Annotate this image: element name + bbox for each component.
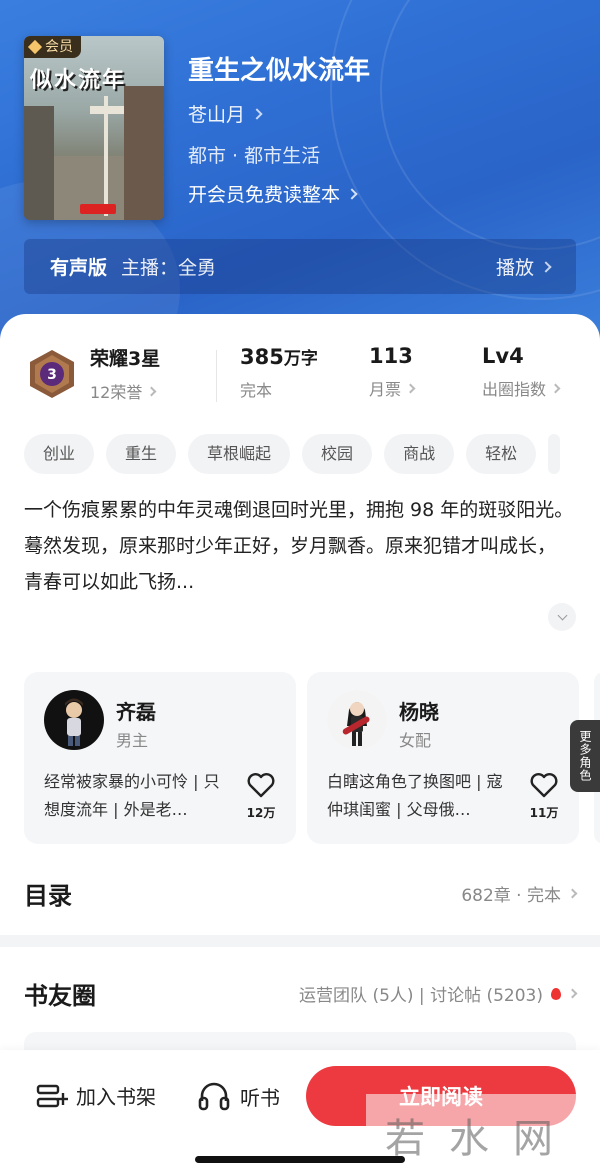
more-roles-button[interactable]: 更多角色: [570, 720, 600, 792]
audio-label: 有声版: [50, 257, 108, 279]
vip-badge: 会员: [24, 36, 81, 58]
headphones-icon: [198, 1082, 230, 1111]
tag-chip[interactable]: 创业: [24, 434, 95, 474]
avatar: [327, 690, 387, 750]
listen-button[interactable]: 听书: [198, 1081, 280, 1111]
book-description[interactable]: 一个伤痕累累的中年灵魂倒退回时光里，拥抱 98 年的斑驳阳光。 蓦然发现，原来那…: [24, 492, 574, 600]
influence-index-stat[interactable]: Lv4 出圈指数: [482, 344, 561, 400]
character-role: 女配: [399, 731, 432, 750]
book-title: 重生之似水流年: [188, 56, 371, 86]
chevron-right-icon: [405, 383, 416, 393]
diamond-icon: [27, 39, 43, 55]
chevron-right-icon: [251, 107, 263, 120]
character-description: 白瞎这角色了换图吧 | 寇仲琪闺蜜 | 父母俄…: [327, 772, 503, 819]
chevron-right-icon: [567, 888, 578, 899]
tag-list: 创业 重生 草根崛起 校园 商战 轻松: [24, 434, 600, 474]
watermark-text: 若水网: [385, 1116, 577, 1162]
genre-label: 都市 · 都市生活: [188, 145, 321, 167]
heart-icon: [247, 773, 275, 798]
tag-chip[interactable]: 草根崛起: [188, 434, 291, 474]
chevron-right-icon: [567, 988, 578, 999]
words-stat: 385万字 完本: [240, 345, 318, 400]
like-button[interactable]: 11万: [527, 772, 561, 821]
home-indicator[interactable]: [195, 1156, 405, 1163]
character-name: 杨晓: [399, 700, 439, 724]
like-count: 12万: [246, 806, 276, 820]
tag-chip[interactable]: 轻松: [466, 434, 537, 474]
character-card[interactable]: 齐磊 男主 经常被家暴的小可怜 | 只想度流年 | 外是老… 12万: [24, 672, 296, 844]
play-button[interactable]: 播放: [496, 253, 552, 280]
section-divider: [0, 935, 600, 947]
like-count: 11万: [529, 806, 559, 820]
character-role: 男主: [116, 731, 149, 750]
catalog-title: 目录: [24, 882, 72, 910]
add-shelf-icon: [36, 1084, 68, 1107]
medal-number: 3: [47, 367, 57, 383]
tag-chip-partial[interactable]: [548, 434, 561, 474]
divider: [216, 350, 217, 402]
chevron-down-icon: [557, 610, 567, 621]
author-link[interactable]: 苍山月: [188, 100, 263, 127]
add-to-shelf-button[interactable]: 加入书架: [36, 1081, 156, 1110]
tag-chip[interactable]: 重生: [106, 434, 177, 474]
character-card[interactable]: 杨晓 女配 白瞎这角色了换图吧 | 寇仲琪闺蜜 | 父母俄… 11万: [307, 672, 579, 844]
chevron-right-icon: [146, 386, 157, 396]
catalog-info: 682章 · 完本: [461, 886, 561, 906]
audio-host: 主播：全勇: [121, 257, 217, 279]
book-cover[interactable]: 会员 似水流年: [24, 36, 164, 220]
honor-stat[interactable]: 荣耀3星 12荣誉: [90, 344, 160, 403]
audio-version-bar[interactable]: 有声版 主播：全勇 播放: [24, 239, 576, 294]
character-description: 经常被家暴的小可怜 | 只想度流年 | 外是老…: [44, 772, 220, 819]
character-name: 齐磊: [116, 700, 156, 724]
tag-chip[interactable]: 校园: [302, 434, 373, 474]
chevron-right-icon: [346, 187, 358, 200]
book-circle-row[interactable]: 书友圈 运营团队 (5人) | 讨论帖 (5203): [24, 976, 578, 1011]
publisher-logo: [80, 204, 116, 214]
expand-description-button[interactable]: [548, 603, 576, 631]
stats-row: 3 荣耀3星 12荣誉 385万字 完本 113 月票 Lv4 出圈指数: [0, 340, 600, 410]
avatar: [44, 690, 104, 750]
catalog-row[interactable]: 目录 682章 · 完本: [24, 876, 578, 911]
vip-read-link[interactable]: 开会员免费读整本: [188, 180, 358, 207]
tag-chip[interactable]: 商战: [384, 434, 455, 474]
chevron-right-icon: [540, 260, 552, 273]
book-circle-title: 书友圈: [24, 982, 96, 1010]
book-circle-info: 运营团队 (5人) | 讨论帖 (5203): [299, 986, 543, 1006]
heart-icon: [530, 773, 558, 798]
honor-medal-icon: 3: [30, 350, 74, 398]
monthly-tickets-stat[interactable]: 113 月票: [369, 344, 416, 400]
hot-flame-icon: [551, 987, 561, 1000]
like-button[interactable]: 12万: [244, 772, 278, 821]
cover-title: 似水流年: [30, 67, 127, 93]
chevron-right-icon: [550, 383, 561, 393]
